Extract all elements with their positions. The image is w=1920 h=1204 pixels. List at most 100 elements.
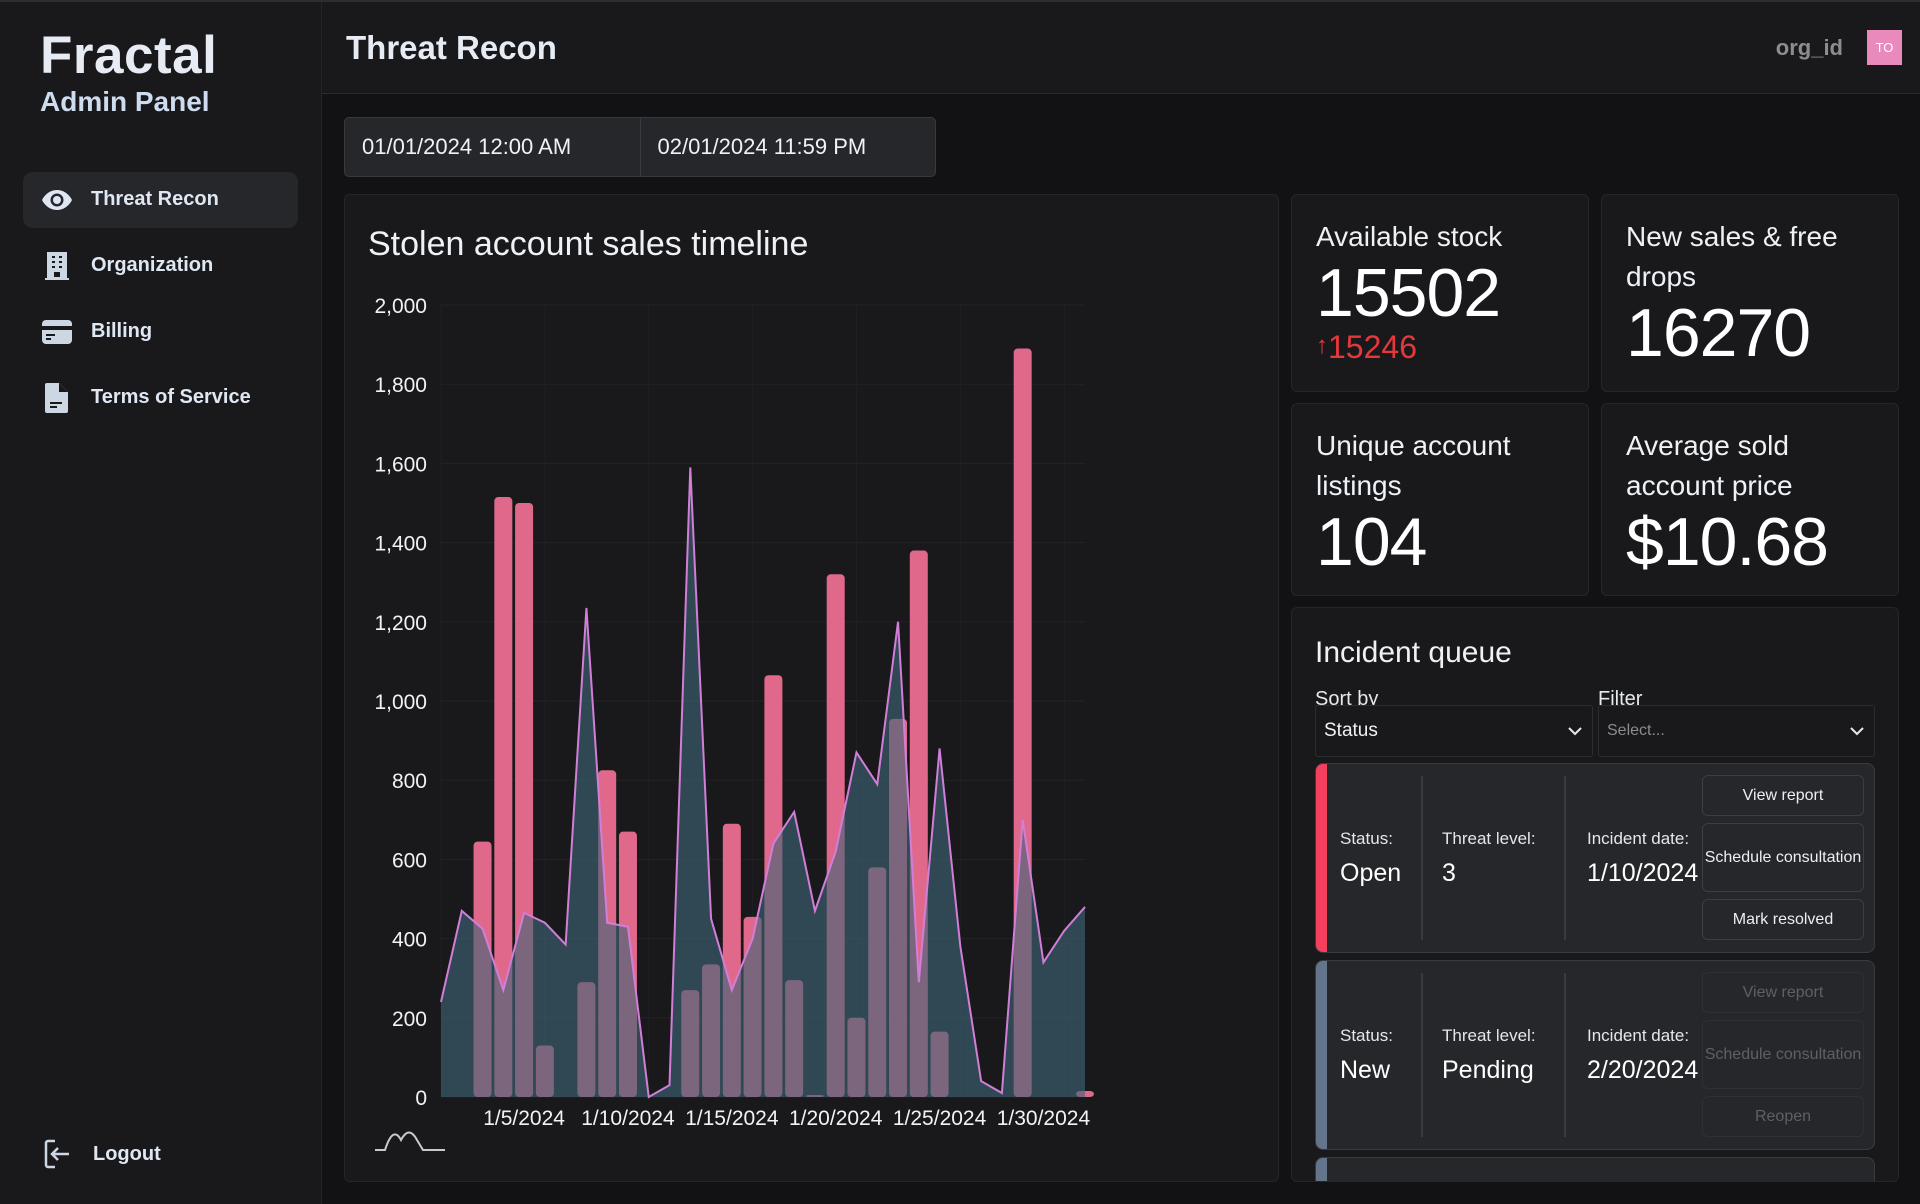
page-title: Threat Recon [346,28,557,66]
y-tick-label: 1,600 [374,453,427,476]
start-date-input[interactable]: 01/01/2024 12:00 AM [345,118,640,176]
threat-level-label: Threat level: [1442,828,1536,848]
brand-title: Fractal [40,26,218,85]
incident-date-label: Incident date: [1587,1025,1690,1045]
incident-date-value: 2/20/2024 [1587,1055,1699,1084]
stat-delta-value: 15246 [1328,329,1417,365]
x-tick-label: 1/20/2024 [789,1107,883,1130]
credit-card-icon [41,316,73,348]
incident-status: Status: New [1340,961,1393,1149]
incident-status-stripe [1316,961,1327,1149]
stat-value: 16270 [1626,295,1811,371]
sidebar: Fractal Admin Panel Threat Recon Organiz… [0,2,322,1204]
y-tick-label: 1,800 [374,374,427,397]
stat-value: 15502 [1316,255,1501,331]
sidebar-item-threat-recon[interactable]: Threat Recon [23,171,298,228]
sidebar-item-terms-of-service[interactable]: Terms of Service [23,370,298,426]
incident-queue-card: Incident queue Sort by Filter Status Sel… [1291,607,1899,1182]
stat-card-available-stock: Available stock 15502 ↑15246 [1291,194,1589,392]
logout-button[interactable]: Logout [41,1138,161,1170]
logout-label: Logout [93,1142,161,1165]
incident-card: Status: New Threat level: Pending Incide… [1315,960,1875,1150]
area-fill [441,467,1085,1097]
incident-actions: View report Schedule consultation Reopen [1702,972,1864,1144]
avatar[interactable]: TO [1867,30,1902,65]
sales-timeline-chart-card: Stolen account sales timeline 0 200 400 600… [344,194,1279,1182]
filter-select[interactable]: Select... [1598,705,1875,757]
y-tick-label: 200 [392,1008,427,1031]
brand: Fractal Admin Panel [0,2,321,118]
incident-date-label: Incident date: [1587,828,1690,848]
divider [1421,776,1423,940]
y-tick-label: 1,000 [374,691,427,714]
filter-placeholder: Select... [1607,722,1665,739]
divider [1564,776,1566,940]
divider [1421,973,1423,1137]
stat-label: Available stock [1316,221,1503,252]
y-tick-label: 1,200 [374,612,427,635]
date-range-picker: 01/01/2024 12:00 AM 02/01/2024 11:59 PM [344,117,936,177]
status-value: New [1340,1055,1391,1084]
y-tick-label: 800 [392,770,427,793]
x-tick-label: 1/30/2024 [997,1107,1091,1130]
incident-queue-title: Incident queue [1315,636,1512,669]
end-date-input[interactable]: 02/01/2024 11:59 PM [639,118,936,176]
sort-by-select[interactable]: Status [1315,705,1593,757]
incident-status-stripe [1316,1158,1327,1181]
main-content: Threat Recon org_id TO 01/01/2024 12:00 … [322,2,1920,1204]
incident-date: Incident date: 2/20/2024 [1587,961,1698,1149]
incident-status-stripe [1316,764,1327,952]
stat-card-new-sales: New sales & free drops 16270 [1601,194,1899,392]
x-tick-label: 1/25/2024 [893,1107,987,1130]
sidebar-item-label: Organization [91,254,214,277]
stat-label: Unique account listings [1316,430,1511,501]
sidebar-item-billing[interactable]: Billing [23,304,298,360]
building-icon [41,250,73,282]
incident-threat-level: Threat level: Pending [1442,961,1536,1149]
stat-card-average-price: Average sold account price $10.68 [1601,403,1899,596]
status-label: Status: [1340,828,1393,848]
threat-level-label: Threat level: [1442,1025,1536,1045]
view-report-button[interactable]: View report [1702,972,1864,1013]
incident-date-value: 1/10/2024 [1587,858,1699,887]
y-tick-label: 2,000 [374,295,427,318]
reopen-button[interactable]: Reopen [1702,1096,1864,1137]
incident-card-partial [1315,1157,1875,1181]
sidebar-item-organization[interactable]: Organization [23,238,298,294]
sales-timeline-chart: 0 200 400 600 800 1,000 1,200 1,400 1,600 1,800 2,… [374,295,1094,1151]
stat-delta: ↑15246 [1316,329,1564,364]
y-tick-label: 400 [392,929,427,952]
sidebar-item-label: Billing [91,320,153,343]
stat-card-unique-listings: Unique account listings 104 [1291,403,1589,596]
x-tick-label: 1/10/2024 [581,1107,675,1130]
logout-icon [41,1138,73,1170]
y-tick-label: 1,400 [374,533,427,556]
document-icon [41,382,73,414]
incident-date: Incident date: 1/10/2024 [1587,764,1698,952]
stat-value: $10.68 [1626,504,1829,580]
schedule-consultation-button[interactable]: Schedule consultation [1702,1020,1864,1089]
org-id: org_id [1775,34,1843,60]
status-value: Open [1340,858,1402,887]
sort-by-value: Status [1324,720,1378,741]
top-header: Threat Recon org_id TO [322,2,1920,94]
incident-card: Status: Open Threat level: 3 Incident da… [1315,763,1875,953]
threat-level-value: Pending [1442,1055,1534,1084]
brand-subtitle: Admin Panel [40,85,210,117]
app-root: Fractal Admin Panel Threat Recon Organiz… [0,0,1920,1204]
schedule-consultation-button[interactable]: Schedule consultation [1702,823,1864,892]
header-right: org_id TO [1776,30,1902,65]
eye-icon [41,184,73,216]
incident-threat-level: Threat level: 3 [1442,764,1536,952]
sidebar-item-label: Terms of Service [91,386,251,409]
y-tick-label: 600 [392,849,427,872]
stat-label: Average sold account price [1626,430,1793,501]
view-report-button[interactable]: View report [1702,775,1864,816]
x-tick-label: 1/15/2024 [685,1107,779,1130]
incident-status: Status: Open [1340,764,1401,952]
mark-resolved-button[interactable]: Mark resolved [1702,899,1864,940]
arrow-up-icon: ↑ [1316,332,1328,359]
incident-actions: View report Schedule consultation Mark r… [1702,775,1864,947]
chevron-down-icon [1850,727,1864,736]
status-label: Status: [1340,1025,1393,1045]
